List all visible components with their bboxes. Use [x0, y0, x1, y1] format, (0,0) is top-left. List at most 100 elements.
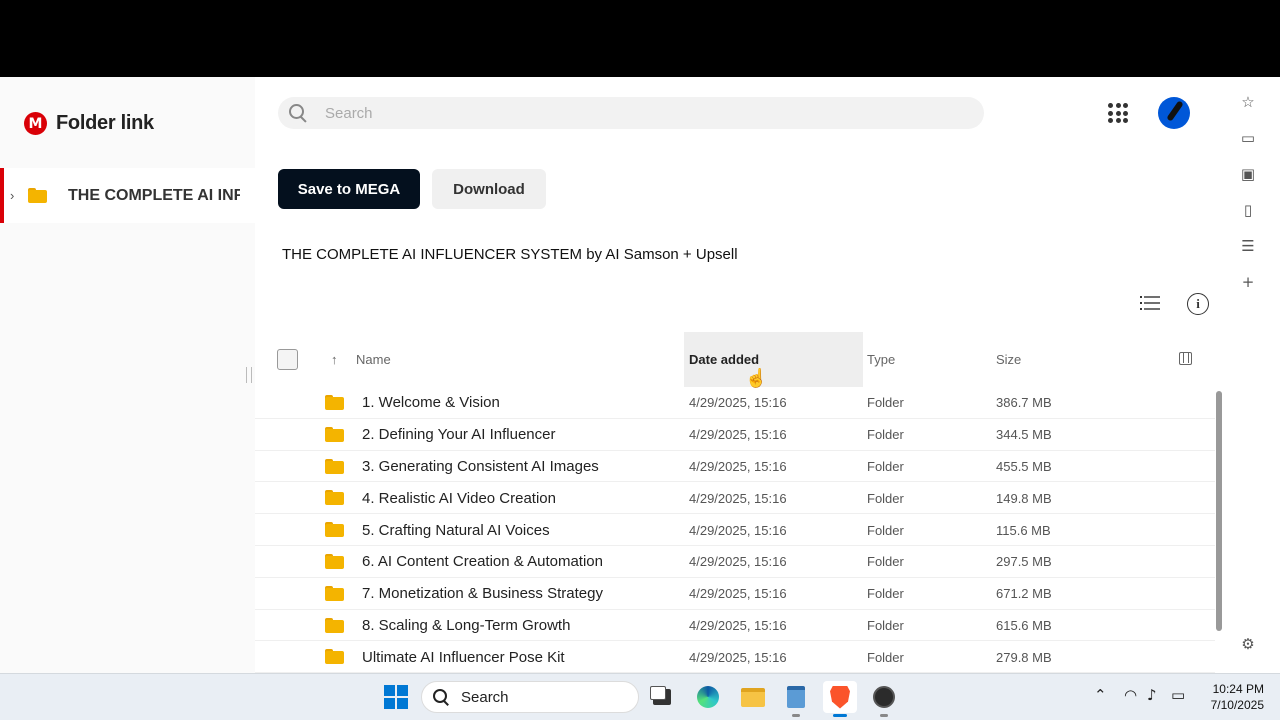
mega-logo-icon[interactable]: M [24, 112, 47, 135]
row-type: Folder [867, 649, 904, 665]
sidebar: M Folder link › THE COMPLETE AI INFLUENC… [0, 77, 255, 673]
chevron-right-icon[interactable]: › [10, 188, 22, 203]
info-icon[interactable]: i [1187, 293, 1209, 315]
search-icon [433, 689, 449, 705]
chevron-up-icon[interactable]: ⌃ [1094, 686, 1107, 704]
file-explorer-icon[interactable] [736, 681, 770, 713]
avatar[interactable] [1158, 97, 1190, 129]
browser-side-panel: ☆ ▭ ▣ ▯ ☰ + ⚙ [1229, 77, 1280, 673]
row-date: 4/29/2025, 15:16 [689, 617, 787, 633]
folder-icon [325, 458, 344, 474]
table-row[interactable]: Ultimate AI Influencer Pose Kit 4/29/202… [255, 641, 1215, 673]
table-row[interactable]: 3. Generating Consistent AI Images 4/29/… [255, 451, 1215, 483]
row-type: Folder [867, 490, 904, 506]
row-name: 4. Realistic AI Video Creation [362, 489, 556, 507]
row-date: 4/29/2025, 15:16 [689, 395, 787, 411]
file-list: 1. Welcome & Vision 4/29/2025, 15:16 Fol… [255, 387, 1215, 673]
add-icon[interactable]: + [1239, 273, 1257, 291]
row-size: 279.8 MB [996, 649, 1052, 665]
row-type: Folder [867, 554, 904, 570]
column-header-size[interactable]: Size [996, 332, 1021, 387]
row-size: 149.8 MB [996, 490, 1052, 506]
table-row[interactable]: 8. Scaling & Long-Term Growth 4/29/2025,… [255, 610, 1215, 642]
folder-icon [325, 553, 344, 569]
windows-start-icon[interactable] [384, 685, 408, 709]
save-to-mega-button[interactable]: Save to MEGA [278, 169, 420, 209]
folder-icon [325, 395, 344, 410]
table-row[interactable]: 5. Crafting Natural AI Voices 4/29/2025,… [255, 514, 1215, 546]
brave-browser-icon[interactable] [823, 681, 857, 717]
column-header-date-added[interactable]: Date added [684, 332, 863, 387]
columns-settings-icon[interactable] [1179, 352, 1192, 365]
row-size: 115.6 MB [996, 522, 1051, 538]
row-type: Folder [867, 427, 904, 443]
table-row[interactable]: 6. AI Content Creation & Automation 4/29… [255, 546, 1215, 578]
browser-content: M Folder link › THE COMPLETE AI INFLUENC… [0, 77, 1280, 673]
row-type: Folder [867, 395, 904, 411]
row-name: 5. Crafting Natural AI Voices [362, 521, 550, 539]
row-name: 2. Defining Your AI Influencer [362, 426, 556, 444]
edge-browser-icon[interactable] [691, 681, 725, 713]
row-date: 4/29/2025, 15:16 [689, 554, 787, 570]
row-name: 6. AI Content Creation & Automation [362, 553, 603, 571]
clock-date: 7/10/2025 [1210, 698, 1264, 712]
list-scrollbar[interactable] [1215, 389, 1223, 665]
list-view-icon[interactable] [1140, 295, 1160, 311]
wallet-icon[interactable]: ▣ [1239, 165, 1257, 183]
folder-icon [325, 426, 344, 442]
sidebar-resize-handle[interactable] [246, 367, 252, 383]
sparkle-star-icon[interactable]: ☆ [1239, 93, 1257, 111]
apps-grid-icon[interactable] [1108, 103, 1128, 123]
search-input[interactable] [325, 104, 925, 122]
table-row[interactable]: 4. Realistic AI Video Creation 4/29/2025… [255, 482, 1215, 515]
taskbar-search[interactable]: Search [421, 681, 639, 713]
row-type: Folder [867, 617, 904, 633]
row-name: 7. Monetization & Business Strategy [362, 585, 603, 603]
row-name: 8. Scaling & Long-Term Growth [362, 616, 571, 634]
logo-text: Folder link [56, 112, 154, 134]
black-letterbox-bar [0, 0, 1280, 77]
folder-icon [325, 522, 344, 538]
folder-title: THE COMPLETE AI INFLUENCER SYSTEM by AI … [282, 246, 738, 263]
row-date: 4/29/2025, 15:16 [689, 522, 787, 538]
table-row[interactable]: 1. Welcome & Vision 4/29/2025, 15:16 Fol… [255, 387, 1215, 419]
search-icon [288, 103, 308, 123]
row-date: 4/29/2025, 15:16 [689, 458, 787, 474]
folder-icon [325, 649, 344, 665]
download-button[interactable]: Download [432, 169, 546, 209]
sidebar-folder-item[interactable]: › THE COMPLETE AI INFLUENCER SYSTEM by A… [0, 168, 255, 223]
row-size: 297.5 MB [996, 554, 1052, 570]
folder-icon [325, 585, 344, 601]
column-header-name[interactable]: Name [356, 332, 391, 387]
scrollbar-thumb[interactable] [1216, 391, 1222, 631]
row-date: 4/29/2025, 15:16 [689, 586, 787, 602]
taskbar-search-label: Search [461, 688, 509, 706]
sort-arrow-up-icon[interactable]: ↑ [331, 352, 338, 367]
notepad-icon[interactable] [779, 681, 813, 717]
speaker-icon[interactable]: ♪ [1147, 686, 1157, 704]
battery-icon[interactable]: ▭ [1171, 686, 1185, 704]
column-header-type[interactable]: Type [867, 332, 895, 387]
taskbar-clock[interactable]: 10:24 PM 7/10/2025 [1196, 681, 1264, 713]
row-size: 344.5 MB [996, 427, 1052, 443]
video-camera-icon[interactable]: ▭ [1239, 129, 1257, 147]
row-type: Folder [867, 458, 904, 474]
row-name: Ultimate AI Influencer Pose Kit [362, 648, 565, 666]
task-view-icon[interactable] [645, 681, 679, 713]
row-size: 386.7 MB [996, 395, 1052, 411]
reading-list-icon[interactable]: ☰ [1239, 237, 1257, 255]
select-all-checkbox[interactable] [277, 349, 298, 370]
row-size: 455.5 MB [996, 458, 1052, 474]
gear-icon[interactable]: ⚙ [1239, 635, 1257, 653]
bookmark-icon[interactable]: ▯ [1239, 201, 1257, 219]
wifi-icon[interactable]: ◠ [1124, 686, 1137, 704]
clock-time: 10:24 PM [1212, 682, 1264, 696]
table-header: ↑ Name Date added Type Size [255, 332, 1215, 387]
table-row[interactable]: 2. Defining Your AI Influencer 4/29/2025… [255, 419, 1215, 451]
search-bar[interactable] [278, 97, 984, 129]
row-name: 1. Welcome & Vision [362, 394, 500, 412]
folder-icon [325, 617, 344, 633]
row-date: 4/29/2025, 15:16 [689, 649, 787, 665]
table-row[interactable]: 7. Monetization & Business Strategy 4/29… [255, 578, 1215, 610]
obs-studio-icon[interactable] [867, 681, 901, 717]
